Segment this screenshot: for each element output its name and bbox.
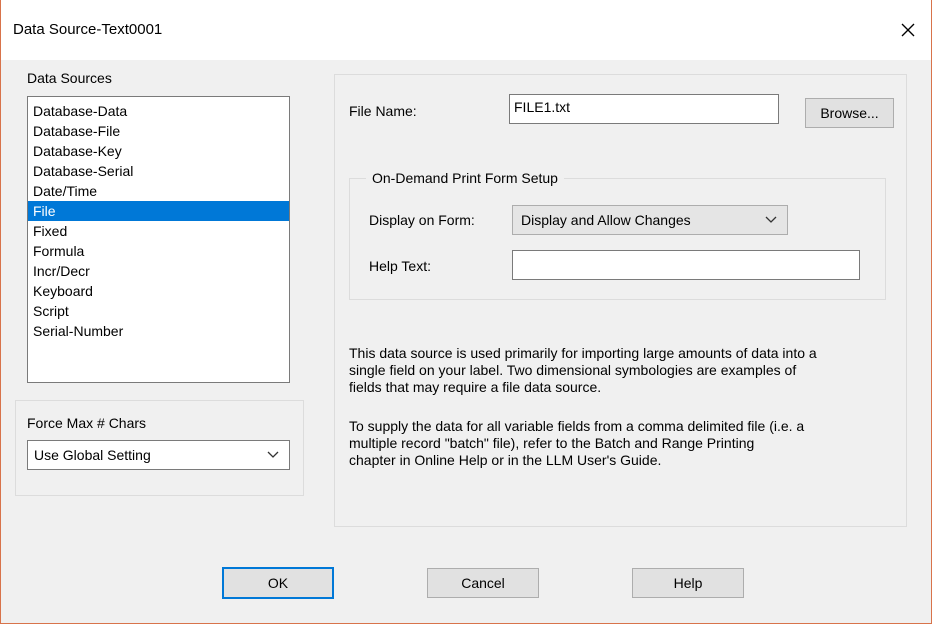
list-item[interactable]: Database-File xyxy=(28,121,289,141)
list-item[interactable]: Database-Key xyxy=(28,141,289,161)
list-item[interactable]: Incr/Decr xyxy=(28,261,289,281)
list-item[interactable]: Date/Time xyxy=(28,181,289,201)
force-max-label: Force Max # Chars xyxy=(27,415,147,431)
description-line: single field on your label. Two dimensio… xyxy=(349,362,797,378)
description-line: To supply the data for all variable fiel… xyxy=(349,418,805,434)
help-button[interactable]: Help xyxy=(632,568,744,598)
list-item[interactable]: Database-Data xyxy=(28,101,289,121)
description-line: multiple record "batch" file), refer to … xyxy=(349,435,755,451)
close-button[interactable] xyxy=(885,8,931,52)
ok-button[interactable]: OK xyxy=(222,567,334,599)
help-text-label: Help Text: xyxy=(369,258,431,274)
browse-button[interactable]: Browse... xyxy=(805,98,894,128)
description-line: chapter in Online Help or in the LLM Use… xyxy=(349,452,662,468)
on-demand-group xyxy=(349,178,886,300)
chevron-down-icon xyxy=(765,216,777,223)
force-max-value: Use Global Setting xyxy=(34,447,151,463)
help-text-input[interactable] xyxy=(512,250,860,280)
chevron-down-icon xyxy=(267,451,279,458)
list-item[interactable]: Formula xyxy=(28,241,289,261)
description-paragraph-1: This data source is used primarily for i… xyxy=(349,345,909,396)
description-line: fields that may require a file data sour… xyxy=(349,379,602,395)
data-sources-listbox[interactable]: Database-Data Database-File Database-Key Da… xyxy=(27,96,290,383)
display-on-form-select[interactable]: Display and Allow Changes xyxy=(512,205,788,235)
on-demand-group-label: On-Demand Print Form Setup xyxy=(366,170,564,186)
window-title: Data Source-Text0001 xyxy=(13,21,163,38)
close-icon xyxy=(901,23,915,37)
dialog-window: Data Source-Text0001 Data Sources Databa… xyxy=(0,0,932,624)
list-item[interactable]: File xyxy=(28,201,289,221)
display-on-form-value: Display and Allow Changes xyxy=(521,212,691,228)
file-name-label: File Name: xyxy=(349,103,417,119)
cancel-button[interactable]: Cancel xyxy=(427,568,539,598)
list-item[interactable]: Script xyxy=(28,301,289,321)
description-paragraph-2: To supply the data for all variable fiel… xyxy=(349,418,909,469)
list-item[interactable]: Fixed xyxy=(28,221,289,241)
file-name-value: FILE1.txt xyxy=(514,99,571,115)
display-on-form-label: Display on Form: xyxy=(369,212,475,228)
description-line: This data source is used primarily for i… xyxy=(349,345,817,361)
force-max-select[interactable]: Use Global Setting xyxy=(27,440,290,470)
file-name-input[interactable]: FILE1.txt xyxy=(509,94,779,124)
title-bar: Data Source-Text0001 xyxy=(1,0,931,60)
list-item[interactable]: Keyboard xyxy=(28,281,289,301)
list-item[interactable]: Database-Serial xyxy=(28,161,289,181)
list-item[interactable]: Serial-Number xyxy=(28,321,289,341)
data-sources-label: Data Sources xyxy=(27,70,112,86)
